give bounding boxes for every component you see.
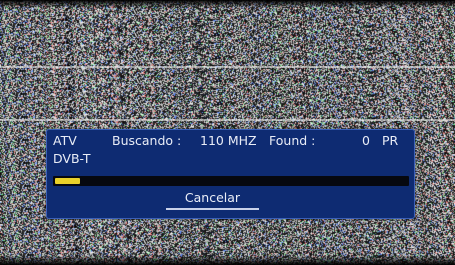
tv-screen: ATV Buscando : 110 MHZ Found : 0 PR DVB-… xyxy=(0,0,455,265)
found-count: 0 xyxy=(362,133,370,148)
channel-scan-dialog: ATV Buscando : 110 MHZ Found : 0 PR DVB-… xyxy=(46,129,415,219)
found-label: Found : xyxy=(269,133,316,148)
scan-status-row: ATV Buscando : 110 MHZ Found : 0 PR xyxy=(47,132,414,150)
atv-mode-label: ATV xyxy=(53,133,77,148)
scan-progress-bar xyxy=(53,176,409,186)
interference-line xyxy=(0,119,455,121)
frequency-value: 110 MHZ xyxy=(200,133,257,148)
bezel-bottom xyxy=(0,255,455,265)
bezel-top xyxy=(0,0,455,8)
cancel-button[interactable]: Cancelar xyxy=(166,190,259,210)
pr-label: PR xyxy=(382,133,399,148)
interference-line xyxy=(0,66,455,68)
dvbt-mode-label: DVB-T xyxy=(53,151,91,166)
searching-label: Buscando : xyxy=(112,133,182,148)
scan-progress-fill xyxy=(55,178,80,184)
